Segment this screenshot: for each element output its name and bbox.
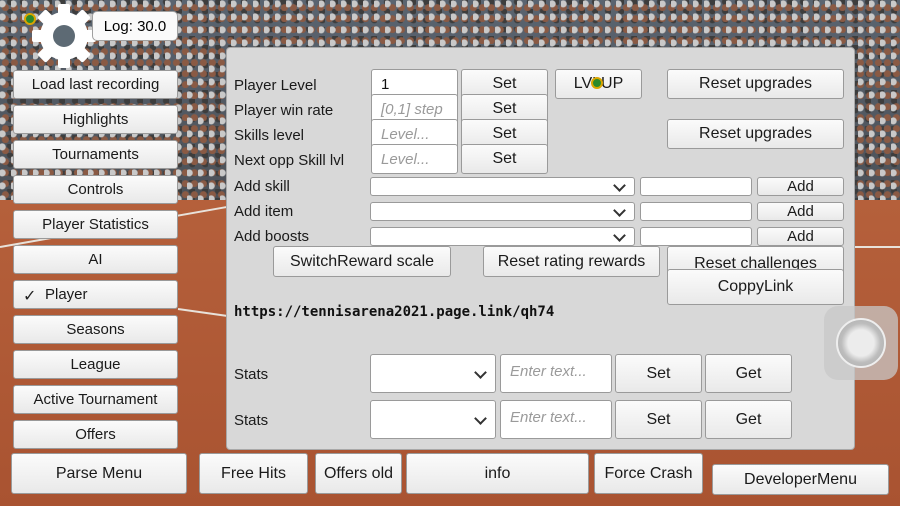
sidebar-item-label: Controls <box>67 181 124 198</box>
sidebar-item-label: Tournaments <box>52 146 139 163</box>
sidebar-item-active-tournament[interactable]: Active Tournament <box>13 385 178 414</box>
share-link-text: https://tennisarena2021.page.link/qh74 <box>234 304 555 320</box>
sidebar-item-ai[interactable]: AI <box>13 245 178 274</box>
sidebar-item-label: Player Statistics <box>42 216 149 233</box>
add-boosts-button[interactable]: Add <box>757 227 844 246</box>
stats-dropdown-2[interactable] <box>370 400 496 439</box>
skills-level-label: Skills level <box>234 127 305 144</box>
switch-reward-scale-button[interactable]: SwitchReward scale <box>273 246 451 277</box>
sidebar-item-tournaments[interactable]: Tournaments <box>13 140 178 169</box>
sidebar-item-label: Highlights <box>62 111 129 128</box>
stats-get-button-2[interactable]: Get <box>705 400 792 439</box>
joystick-knob-icon[interactable] <box>836 318 886 368</box>
reset-rating-rewards-button[interactable]: Reset rating rewards <box>483 246 660 277</box>
add-item-label: Add item <box>234 203 294 220</box>
sidebar-item-label: League <box>70 356 121 373</box>
sidebar-item-highlights[interactable]: Highlights <box>13 105 178 134</box>
chevron-down-icon <box>613 228 626 242</box>
sidebar-item-league[interactable]: League <box>13 350 178 379</box>
sidebar-item-controls[interactable]: Controls <box>13 175 178 204</box>
add-boosts-dropdown[interactable] <box>370 227 635 246</box>
next-opp-skill-set-button[interactable]: Set <box>461 144 548 174</box>
add-skill-input[interactable] <box>640 177 752 196</box>
add-skill-label: Add skill <box>234 178 290 195</box>
player-win-rate-label: Player win rate <box>234 102 334 119</box>
add-skill-dropdown[interactable] <box>370 177 635 196</box>
sidebar-item-player-statistics[interactable]: Player Statistics <box>13 210 178 239</box>
chevron-down-icon <box>474 411 487 425</box>
reset-upgrades-button-2[interactable]: Reset upgrades <box>667 119 844 149</box>
sidebar-item-label: Seasons <box>66 321 125 338</box>
add-boosts-label: Add boosts <box>234 228 310 245</box>
add-item-input[interactable] <box>640 202 752 221</box>
sidebar-item-player[interactable]: ✓ Player <box>13 280 178 309</box>
chevron-down-icon <box>613 178 626 192</box>
stats-text-input-2[interactable]: Enter text... <box>500 400 612 439</box>
developer-menu-button[interactable]: DeveloperMenu <box>712 464 889 495</box>
sidebar-item-label: Load last recording <box>31 76 160 93</box>
add-item-button[interactable]: Add <box>757 202 844 221</box>
free-hits-button[interactable]: Free Hits <box>199 453 308 494</box>
sidebar-item-label: Active Tournament <box>33 391 158 408</box>
sidebar-item-offers[interactable]: Offers <box>13 420 178 449</box>
settings-gear-icon[interactable] <box>30 2 98 70</box>
next-opp-skill-input[interactable]: Level... <box>371 144 458 174</box>
stats-dropdown[interactable] <box>370 354 496 393</box>
sidebar-item-load-last-recording[interactable]: Load last recording <box>13 70 178 99</box>
stats-label-2: Stats <box>234 412 269 429</box>
touch-indicator-icon <box>591 77 603 89</box>
add-item-dropdown[interactable] <box>370 202 635 221</box>
offers-old-button[interactable]: Offers old <box>315 453 402 494</box>
add-skill-button[interactable]: Add <box>757 177 844 196</box>
player-level-label: Player Level <box>234 77 317 94</box>
add-boosts-input[interactable] <box>640 227 752 246</box>
reset-upgrades-button[interactable]: Reset upgrades <box>667 69 844 99</box>
sidebar-item-label: AI <box>88 251 103 268</box>
info-button[interactable]: info <box>406 453 589 494</box>
checkmark-icon: ✓ <box>23 288 37 305</box>
court-line <box>853 246 900 248</box>
copy-link-button[interactable]: CoppyLink <box>667 269 844 305</box>
sidebar-item-label: Offers <box>75 426 116 443</box>
stats-text-input[interactable]: Enter text... <box>500 354 612 393</box>
stats-label: Stats <box>234 366 269 383</box>
sidebar-item-label: Player <box>45 286 88 303</box>
sidebar-item-seasons[interactable]: Seasons <box>13 315 178 344</box>
next-opp-skill-label: Next opp Skill lvl <box>234 152 345 169</box>
chevron-down-icon <box>474 365 487 379</box>
force-crash-button[interactable]: Force Crash <box>594 453 703 494</box>
log-display: Log: 30.0 <box>92 11 178 41</box>
touch-indicator-icon <box>24 13 36 25</box>
parse-menu-button[interactable]: Parse Menu <box>11 453 187 494</box>
virtual-joystick[interactable] <box>824 306 898 380</box>
stats-get-button[interactable]: Get <box>705 354 792 393</box>
chevron-down-icon <box>613 203 626 217</box>
stats-set-button[interactable]: Set <box>615 354 702 393</box>
stats-set-button-2[interactable]: Set <box>615 400 702 439</box>
